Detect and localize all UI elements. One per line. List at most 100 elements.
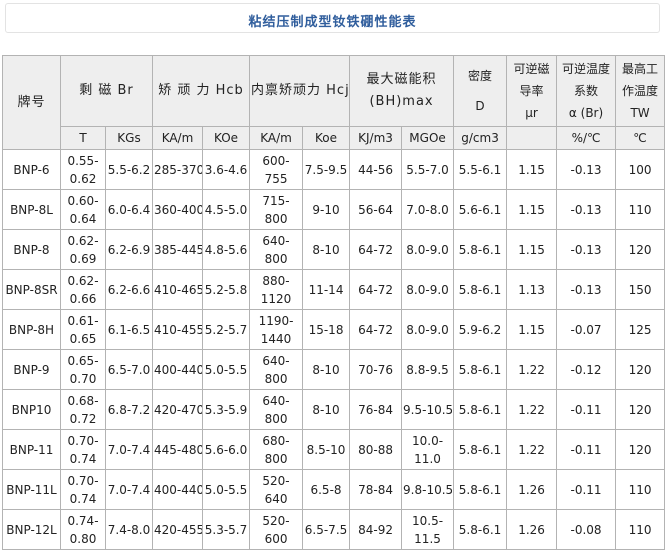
cell-mu: 1.22 bbox=[506, 389, 558, 430]
page-title: 粘结压制成型钕铁硼性能表 bbox=[248, 15, 417, 30]
cell-brand: BNP-6 bbox=[2, 149, 61, 190]
cell-alpha: -0.12 bbox=[556, 349, 617, 390]
cell-tw: 100 bbox=[615, 149, 666, 190]
cell-hcj-koe: 9-10 bbox=[302, 189, 351, 230]
cell-bhmax-kjm3: 80-88 bbox=[349, 429, 403, 470]
header-mu: 可逆磁导率 μr bbox=[506, 55, 558, 127]
header-density-symbol: D bbox=[475, 99, 485, 113]
unit-alpha: %/℃ bbox=[556, 126, 617, 150]
cell-brand: BNP-8H bbox=[2, 309, 61, 350]
cell-mu: 1.26 bbox=[506, 469, 558, 510]
cell-hcj-kam: 600- 755 bbox=[249, 149, 304, 190]
unit-br-t: T bbox=[60, 126, 106, 150]
cell-density: 5.9-6.2 bbox=[453, 309, 508, 350]
cell-bhmax-mgoe: 9.8-10.5 bbox=[401, 469, 455, 510]
cell-density: 5.8-6.1 bbox=[453, 349, 508, 390]
cell-hcb-kam: 400-440 bbox=[152, 349, 203, 390]
cell-hcj-koe: 15-18 bbox=[302, 309, 351, 350]
cell-mu: 1.22 bbox=[506, 349, 558, 390]
unit-br-kgs: KGs bbox=[105, 126, 153, 150]
header-bhmax-label: 最大磁能积(BH)max bbox=[366, 72, 437, 109]
header-density-label: 密度 bbox=[468, 69, 493, 83]
cell-bhmax-kjm3: 70-76 bbox=[349, 349, 403, 390]
cell-br-kgs: 6.2-6.6 bbox=[105, 269, 153, 310]
cell-hcb-kam: 385-445 bbox=[152, 229, 203, 270]
cell-alpha: -0.13 bbox=[556, 149, 617, 190]
cell-alpha: -0.13 bbox=[556, 189, 617, 230]
cell-tw: 120 bbox=[615, 229, 666, 270]
cell-hcb-koe: 5.0-5.5 bbox=[201, 349, 251, 390]
cell-br-kgs: 5.5-6.2 bbox=[105, 149, 153, 190]
cell-mu: 1.15 bbox=[506, 229, 558, 270]
table-row: BNP-8H 0.61- 0.65 6.1-6.5 410-455 5.2-5.7 1190… bbox=[2, 309, 666, 350]
table-row: BNP-11 0.70- 0.74 7.0-7.4 445-480 5.6-6.0 680-… bbox=[2, 429, 666, 470]
table-row: BNP-12L 0.74- 0.80 7.4-8.0 420-455 5.3-5.7 520… bbox=[2, 509, 666, 550]
cell-hcb-koe: 5.3-5.7 bbox=[201, 509, 251, 550]
cell-br-kgs: 7.0-7.4 bbox=[105, 469, 153, 510]
cell-mu: 1.22 bbox=[506, 429, 558, 470]
cell-tw: 150 bbox=[615, 269, 666, 310]
unit-density: g/cm3 bbox=[453, 126, 508, 150]
cell-brand: BNP-11 bbox=[2, 429, 61, 470]
unit-bhmax-mgoe: MGOe bbox=[401, 126, 455, 150]
cell-br-kgs: 6.8-7.2 bbox=[105, 389, 153, 430]
cell-hcj-koe: 6.5-7.5 bbox=[302, 509, 351, 550]
cell-hcb-kam: 410-465 bbox=[152, 269, 203, 310]
cell-density: 5.8-6.1 bbox=[453, 509, 508, 550]
cell-mu: 1.15 bbox=[506, 309, 558, 350]
cell-brand: BNP-12L bbox=[2, 509, 61, 550]
cell-bhmax-mgoe: 8.0-9.0 bbox=[401, 229, 455, 270]
cell-brand: BNP-9 bbox=[2, 349, 61, 390]
cell-hcb-kam: 420-470 bbox=[152, 389, 203, 430]
properties-table: 牌号 剩 磁 Br 矫 顽 力 Hcb 内禀矫顽力 Hcj 最大磁能积(BH)m… bbox=[2, 55, 666, 550]
header-bhmax: 最大磁能积(BH)max bbox=[349, 55, 455, 127]
cell-density: 5.8-6.1 bbox=[453, 429, 508, 470]
table-row: BNP10 0.68- 0.72 6.8-7.2 420-470 5.3-5.9 640- 8… bbox=[2, 389, 666, 430]
header-row-units: T KGs KA/m KOe KA/m Koe KJ/m3 MGOe g/cm3… bbox=[3, 126, 666, 150]
cell-hcj-kam: 640- 800 bbox=[249, 229, 304, 270]
cell-hcb-kam: 360-400 bbox=[152, 189, 203, 230]
cell-alpha: -0.11 bbox=[556, 469, 617, 510]
cell-bhmax-mgoe: 10.0- 11.0 bbox=[401, 429, 455, 470]
cell-hcj-koe: 7.5-9.5 bbox=[302, 149, 351, 190]
cell-br-t: 0.60- 0.64 bbox=[60, 189, 106, 230]
cell-alpha: -0.07 bbox=[556, 309, 617, 350]
header-hcj: 内禀矫顽力 Hcj bbox=[249, 55, 351, 127]
cell-hcj-koe: 8-10 bbox=[302, 389, 351, 430]
cell-bhmax-mgoe: 7.0-8.0 bbox=[401, 189, 455, 230]
cell-hcb-koe: 5.2-5.8 bbox=[201, 269, 251, 310]
unit-hcj-kam: KA/m bbox=[249, 126, 304, 150]
cell-tw: 120 bbox=[615, 349, 666, 390]
cell-br-t: 0.55- 0.62 bbox=[60, 149, 106, 190]
cell-bhmax-kjm3: 64-72 bbox=[349, 309, 403, 350]
cell-alpha: -0.11 bbox=[556, 389, 617, 430]
unit-bhmax-kjm3: KJ/m3 bbox=[349, 126, 403, 150]
cell-hcj-koe: 11-14 bbox=[302, 269, 351, 310]
table-row: BNP-8L 0.60- 0.64 6.0-6.4 360-400 4.5-5.0 715-… bbox=[2, 189, 666, 230]
cell-bhmax-mgoe: 8.8-9.5 bbox=[401, 349, 455, 390]
cell-br-kgs: 6.2-6.9 bbox=[105, 229, 153, 270]
cell-hcb-koe: 4.8-5.6 bbox=[201, 229, 251, 270]
page: 粘结压制成型钕铁硼性能表 牌号 剩 磁 Br 矫 顽 力 Hcb 内禀矫顽力 H… bbox=[0, 0, 667, 555]
cell-bhmax-kjm3: 44-56 bbox=[349, 149, 403, 190]
cell-br-kgs: 7.4-8.0 bbox=[105, 509, 153, 550]
cell-tw: 120 bbox=[615, 429, 666, 470]
cell-hcb-koe: 5.3-5.9 bbox=[201, 389, 251, 430]
table-row: BNP-8SR 0.62- 0.66 6.2-6.6 410-465 5.2-5.8 880… bbox=[2, 269, 666, 310]
header-tw-label: 最高工作温度 bbox=[622, 62, 659, 98]
cell-hcj-kam: 640- 800 bbox=[249, 389, 304, 430]
cell-hcb-kam: 420-455 bbox=[152, 509, 203, 550]
header-alpha-symbol: α (Br) bbox=[568, 106, 604, 120]
cell-hcj-kam: 715- 800 bbox=[249, 189, 304, 230]
cell-mu: 1.15 bbox=[506, 149, 558, 190]
cell-hcb-kam: 285-370 bbox=[152, 149, 203, 190]
unit-mu bbox=[506, 126, 558, 150]
cell-brand: BNP-8L bbox=[2, 189, 61, 230]
cell-bhmax-kjm3: 76-84 bbox=[349, 389, 403, 430]
cell-density: 5.8-6.1 bbox=[453, 389, 508, 430]
cell-hcj-kam: 1190- 1440 bbox=[249, 309, 304, 350]
cell-br-t: 0.68- 0.72 bbox=[60, 389, 106, 430]
cell-br-t: 0.62- 0.69 bbox=[60, 229, 106, 270]
cell-density: 5.6-6.1 bbox=[453, 189, 508, 230]
cell-alpha: -0.13 bbox=[556, 229, 617, 270]
